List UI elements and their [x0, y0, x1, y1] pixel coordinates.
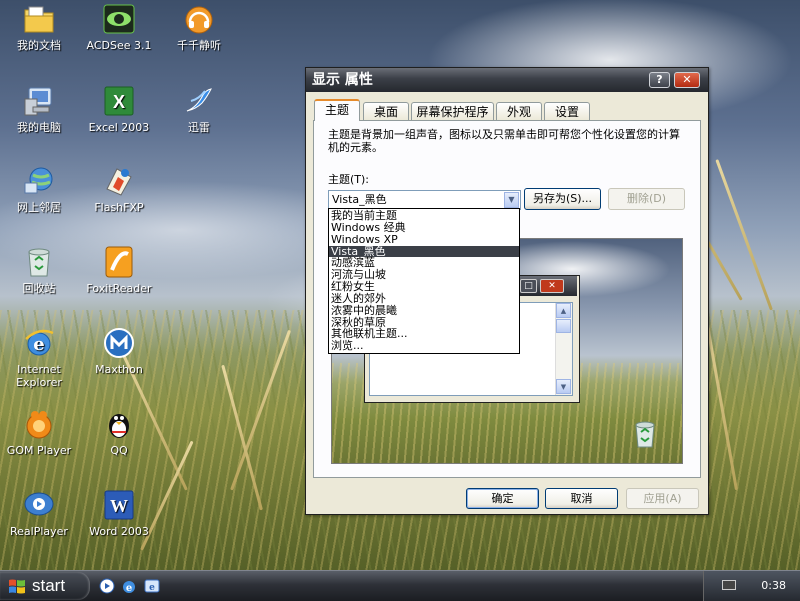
wallpaper-stalk [715, 159, 773, 311]
svg-text:e: e [126, 583, 132, 594]
network-places-icon [22, 164, 56, 198]
headphones-music-icon [182, 2, 216, 36]
gom-player-icon [22, 407, 56, 441]
theme-label: 主题(T): [328, 173, 370, 186]
clock[interactable]: 0:38 [761, 579, 786, 592]
keyboard-icon[interactable] [722, 580, 736, 590]
dropdown-option[interactable]: Windows 经典 [329, 221, 519, 234]
my-computer-icon [22, 84, 56, 118]
chevron-down-icon[interactable]: ▼ [504, 192, 519, 208]
scroll-down-icon: ▼ [556, 379, 571, 394]
media-player-icon[interactable] [98, 577, 116, 595]
desktop-icon-my-documents[interactable]: 我的文档 [0, 2, 78, 52]
thunder-bird-icon [182, 84, 216, 118]
save-as-button[interactable]: 另存为(S)... [524, 188, 601, 210]
desktop-icon-maxthon[interactable]: Maxthon [80, 326, 158, 376]
scroll-up-icon: ▲ [556, 303, 571, 318]
dialog-titlebar[interactable]: 显示 属性 ? ✕ [306, 68, 708, 92]
desktop-icon-ttplayer[interactable]: 千千静听 [160, 2, 238, 52]
preview-maximize-icon: □ [520, 279, 537, 293]
svg-text:W: W [110, 496, 128, 516]
desktop-icon-realplayer[interactable]: RealPlayer [0, 488, 78, 538]
desktop-icon-qq[interactable]: QQ [80, 407, 158, 457]
start-button[interactable]: start [0, 572, 90, 600]
taskbar: start e e 0:38 [0, 570, 800, 601]
ie-alt-icon[interactable]: e [143, 577, 161, 595]
theme-description: 主题是背景加一组声音，图标以及只需单击即可帮您个性化设置您的计算机的元素。 [328, 128, 680, 154]
start-label: start [32, 576, 66, 595]
acdsee-eye-icon [102, 2, 136, 36]
desktop-icon-gom-player[interactable]: GOM Player [0, 407, 78, 457]
cancel-button[interactable]: 取消 [545, 488, 618, 509]
apply-button[interactable]: 应用(A) [626, 488, 699, 509]
tab-appearance[interactable]: 外观 [496, 102, 542, 120]
desktop-icon-acdsee[interactable]: ACDSee 3.1 [80, 2, 158, 52]
desktop-icon-flashfxp[interactable]: FlashFXP [80, 164, 158, 214]
realplayer-icon [22, 488, 56, 522]
qq-penguin-icon [102, 407, 136, 441]
svg-text:e: e [33, 334, 44, 355]
tab-desktop[interactable]: 桌面 [363, 102, 409, 120]
folder-documents-icon [22, 2, 56, 36]
tab-themes[interactable]: 主题 [314, 99, 360, 121]
maxthon-icon [102, 326, 136, 360]
internet-explorer-icon: e [22, 326, 56, 360]
flashfxp-icon [102, 164, 136, 198]
ok-button[interactable]: 确定 [466, 488, 539, 509]
help-button[interactable]: ? [649, 72, 670, 88]
desktop-icon-word[interactable]: W Word 2003 [80, 488, 158, 538]
svg-text:X: X [113, 92, 125, 112]
desktop-icon-network-places[interactable]: 网上邻居 [0, 164, 78, 214]
dropdown-option[interactable]: Windows XP [329, 233, 519, 246]
dropdown-option[interactable]: 浓雾中的晨曦 [329, 304, 519, 317]
desktop-icon-internet-explorer[interactable]: e Internet Explorer [0, 326, 78, 389]
dialog-title: 显示 属性 [312, 72, 373, 88]
recycle-bin-icon [22, 245, 56, 279]
theme-combobox[interactable]: Vista_黑色 ▼ [328, 190, 521, 210]
excel-icon: X [102, 84, 136, 118]
desktop-icon-my-computer[interactable]: 我的电脑 [0, 84, 78, 134]
desktop-icon-excel[interactable]: X Excel 2003 [80, 84, 158, 134]
dropdown-option[interactable]: 浏览... [329, 340, 519, 352]
desktop-icon-foxit-reader[interactable]: FoxitReader [80, 245, 158, 295]
windows-logo-icon [9, 579, 25, 594]
preview-close-icon: ✕ [540, 279, 564, 293]
desktop-icon-thunder[interactable]: 迅雷 [160, 84, 238, 134]
close-button[interactable]: ✕ [674, 72, 700, 88]
tab-settings[interactable]: 设置 [544, 102, 590, 120]
word-icon: W [102, 488, 136, 522]
theme-dropdown-list[interactable]: 我的当前主题 Windows 经典 Windows XP Vista_黑色 动感… [328, 208, 520, 354]
dropdown-option[interactable]: 迷人的郊外 [329, 293, 519, 305]
delete-button[interactable]: 删除(D) [608, 188, 685, 210]
internet-explorer-icon[interactable]: e [120, 577, 138, 595]
system-tray: 0:38 [703, 571, 800, 601]
desktop-icon-recycle-bin[interactable]: 回收站 [0, 245, 78, 295]
foxit-reader-icon [102, 245, 136, 279]
preview-recycle-bin-icon [632, 419, 658, 449]
theme-selected-value: Vista_黑色 [332, 193, 387, 206]
svg-text:e: e [149, 583, 155, 593]
preview-scrollbar: ▲ ▼ [555, 303, 572, 395]
tab-screensaver[interactable]: 屏幕保护程序 [411, 102, 494, 120]
scroll-thumb [556, 319, 571, 333]
